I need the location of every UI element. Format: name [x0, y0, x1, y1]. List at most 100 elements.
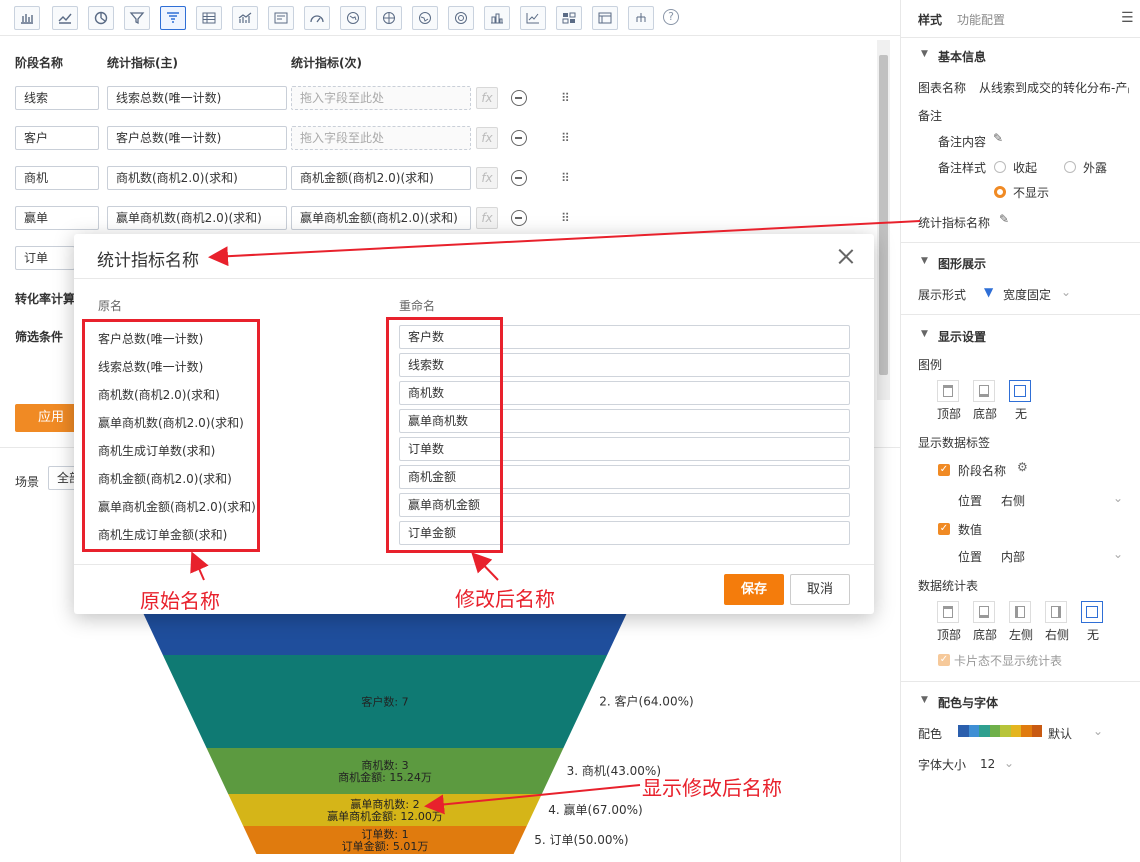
drag-handle-icon[interactable]: ⠿: [561, 211, 571, 225]
formula-icon[interactable]: fx: [476, 87, 498, 109]
stat-top-option[interactable]: [937, 601, 959, 623]
region-map-icon[interactable]: [412, 6, 438, 30]
chevron-down-icon[interactable]: ⌄: [1004, 756, 1014, 770]
remove-row-icon[interactable]: [511, 210, 527, 226]
secondary-metric-field[interactable]: 赢单商机金额(商机2.0)(求和): [291, 206, 471, 230]
tab-style[interactable]: 样式: [918, 11, 942, 28]
remove-row-icon[interactable]: [511, 90, 527, 106]
col-rename-label: 重命名: [399, 299, 436, 313]
radar-icon[interactable]: [448, 6, 474, 30]
chevron-down-icon[interactable]: ⌄: [1113, 491, 1123, 505]
save-button[interactable]: 保存: [724, 574, 784, 605]
stage-field[interactable]: 客户: [15, 126, 99, 150]
chevron-down-icon[interactable]: ⌄: [1113, 547, 1123, 561]
color-select[interactable]: 默认: [1048, 725, 1072, 742]
color-palette-swatch[interactable]: [958, 725, 1042, 737]
font-size-select[interactable]: 12: [980, 757, 995, 771]
annotation-modified-text: 修改后名称: [455, 587, 555, 611]
radio-expose[interactable]: [1064, 161, 1076, 173]
color-label: 配色: [918, 727, 943, 741]
primary-metric-field[interactable]: 商机数(商机2.0)(求和): [107, 166, 287, 190]
formula-icon[interactable]: fx: [476, 127, 498, 149]
stat-right-option[interactable]: [1045, 601, 1067, 623]
section-graphic-display[interactable]: 图形展示: [938, 255, 986, 272]
funnel-value-label: 订单金额: 5.01万: [342, 839, 429, 853]
chevron-down-icon[interactable]: ⌄: [1061, 285, 1071, 299]
section-basic-info[interactable]: 基本信息: [938, 48, 986, 65]
stat-left-option[interactable]: [1009, 601, 1031, 623]
stage-name-checkbox[interactable]: ✓: [938, 464, 950, 476]
display-form-select[interactable]: 宽度固定: [1003, 286, 1051, 303]
formula-icon[interactable]: fx: [476, 167, 498, 189]
stage-field[interactable]: 赢单: [15, 206, 99, 230]
chart-name-input[interactable]: 从线索到成交的转化分布-产品: [979, 79, 1129, 96]
map-icon[interactable]: [340, 6, 366, 30]
drag-handle-icon[interactable]: ⠿: [561, 131, 571, 145]
stage-field[interactable]: 订单: [15, 246, 75, 270]
secondary-metric-dropzone[interactable]: 拖入字段至此处: [291, 126, 471, 150]
help-icon[interactable]: ?: [663, 9, 679, 25]
formula-icon[interactable]: fx: [476, 207, 498, 229]
primary-metric-field[interactable]: 客户总数(唯一计数): [107, 126, 287, 150]
table-icon[interactable]: [196, 6, 222, 30]
legend-bottom-option[interactable]: [973, 380, 995, 402]
pie-chart-icon[interactable]: [88, 6, 114, 30]
remark-opt-hide: 不显示: [1013, 186, 1050, 200]
funnel-active-icon[interactable]: [160, 6, 186, 30]
tree-icon[interactable]: [628, 6, 654, 30]
gear-icon[interactable]: ⚙: [1017, 460, 1028, 474]
legend-top-option[interactable]: [937, 380, 959, 402]
remark-opt-expose: 外露: [1083, 161, 1108, 175]
caret-down-icon[interactable]: ▼: [921, 329, 928, 339]
chevron-down-icon[interactable]: ⌄: [1093, 724, 1103, 738]
primary-metric-field[interactable]: 线索总数(唯一计数): [107, 86, 287, 110]
stage-field[interactable]: 商机: [15, 166, 99, 190]
heatmap-icon[interactable]: [556, 6, 582, 30]
secondary-metric-field[interactable]: 商机金额(商机2.0)(求和): [291, 166, 471, 190]
value-checkbox[interactable]: ✓: [938, 523, 950, 535]
scrollbar[interactable]: [877, 40, 890, 400]
tab-function-config[interactable]: 功能配置: [957, 11, 1005, 28]
radio-collapse[interactable]: [994, 161, 1006, 173]
bar-chart-icon[interactable]: [14, 6, 40, 30]
secondary-metric-dropzone[interactable]: 拖入字段至此处: [291, 86, 471, 110]
annotation-box-renamed: [386, 317, 503, 553]
pivot-table-icon[interactable]: [592, 6, 618, 30]
stage-field[interactable]: 线索: [15, 86, 99, 110]
collapse-panel-icon[interactable]: ☰: [1121, 10, 1134, 26]
remove-row-icon[interactable]: [511, 130, 527, 146]
globe-icon[interactable]: [376, 6, 402, 30]
card-state-checkbox[interactable]: ✓: [938, 654, 950, 666]
card-icon[interactable]: [268, 6, 294, 30]
remove-row-icon[interactable]: [511, 170, 527, 186]
position-select-right[interactable]: 右侧: [1001, 492, 1025, 509]
value-chk-label: 数值: [958, 523, 983, 537]
cancel-button[interactable]: 取消: [790, 574, 850, 605]
section-color-font[interactable]: 配色与字体: [938, 694, 998, 711]
histogram-icon[interactable]: [484, 6, 510, 30]
edit-metric-name-icon[interactable]: ✎: [999, 212, 1009, 226]
drag-handle-icon[interactable]: ⠿: [561, 171, 571, 185]
stat-none-option[interactable]: [1081, 601, 1103, 623]
stat-bottom-option[interactable]: [973, 601, 995, 623]
edit-icon[interactable]: ✎: [993, 131, 1003, 145]
caret-down-icon[interactable]: ▼: [921, 695, 928, 705]
funnel-icon[interactable]: [124, 6, 150, 30]
caret-down-icon[interactable]: ▼: [921, 256, 928, 266]
legend-none-option[interactable]: [1009, 380, 1031, 402]
drag-handle-icon[interactable]: ⠿: [561, 91, 571, 105]
line-chart-icon[interactable]: [52, 6, 78, 30]
position-select-inner[interactable]: 内部: [1001, 548, 1025, 565]
annotation-show-modified-text: 显示修改后名称: [642, 776, 782, 800]
legend-top-label: 顶部: [937, 407, 962, 421]
caret-down-icon[interactable]: ▼: [921, 49, 928, 59]
header-stage: 阶段名称: [15, 56, 64, 70]
scatter-icon[interactable]: [520, 6, 546, 30]
close-icon[interactable]: [838, 248, 854, 264]
radio-hide[interactable]: [994, 186, 1006, 198]
primary-metric-field[interactable]: 赢单商机数(商机2.0)(求和): [107, 206, 287, 230]
section-display-settings[interactable]: 显示设置: [938, 328, 986, 345]
gauge-icon[interactable]: [304, 6, 330, 30]
combo-chart-icon[interactable]: [232, 6, 258, 30]
header-secondary: 统计指标(次): [291, 56, 362, 70]
